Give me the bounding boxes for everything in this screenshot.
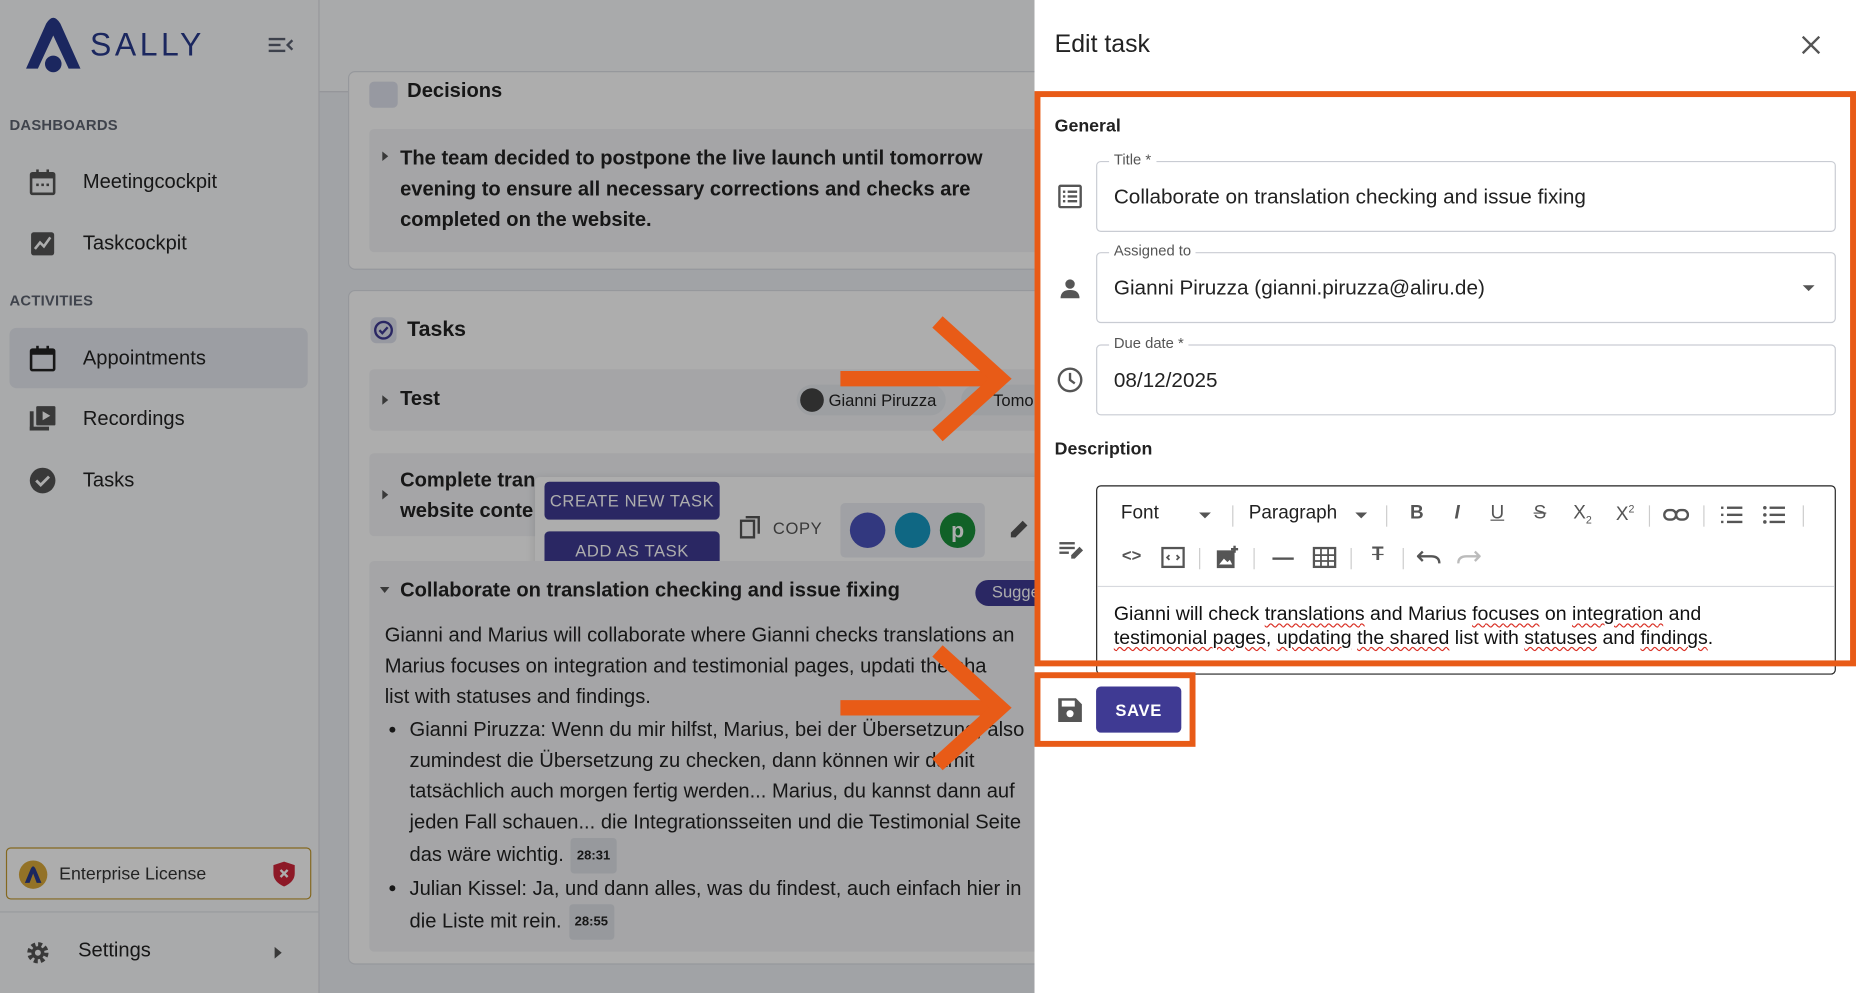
annotation-arrow-icon bbox=[840, 645, 1012, 771]
drawer-title: Edit task bbox=[1054, 30, 1150, 58]
modal-backdrop[interactable] bbox=[0, 0, 1035, 993]
highlight-form-region bbox=[1034, 91, 1856, 667]
annotation-arrow-icon bbox=[840, 316, 1012, 442]
close-icon[interactable] bbox=[1799, 33, 1823, 57]
highlight-save-region bbox=[1034, 672, 1196, 747]
